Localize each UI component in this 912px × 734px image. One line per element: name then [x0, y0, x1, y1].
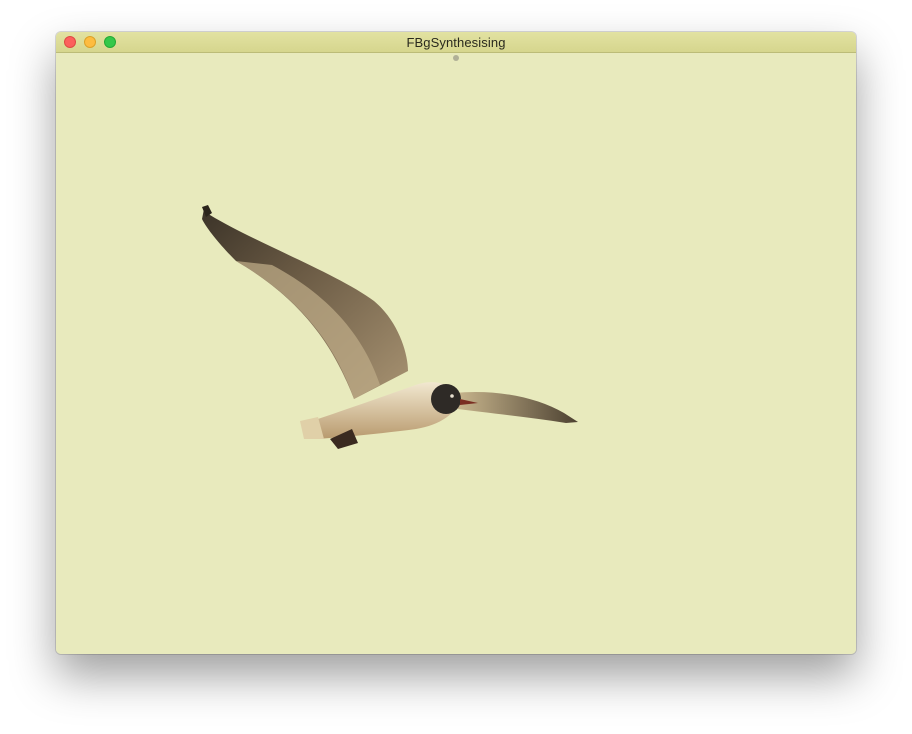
head	[431, 384, 461, 414]
right-wing	[454, 391, 578, 423]
eye	[450, 394, 454, 398]
title-bar[interactable]: FBgSynthesising	[56, 32, 856, 53]
image-canvas	[56, 53, 856, 654]
seagull-image	[202, 205, 578, 449]
handle-indicator	[453, 55, 459, 61]
app-window: FBgSynthesising	[56, 32, 856, 654]
window-title: FBgSynthesising	[406, 35, 506, 50]
